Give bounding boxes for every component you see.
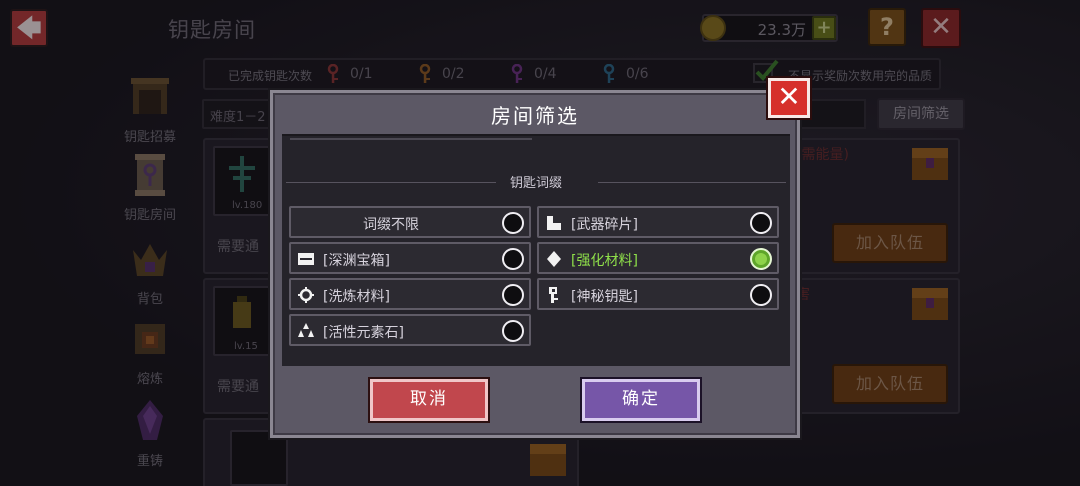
- option-refine-material[interactable]: [洗炼材料]: [289, 278, 531, 310]
- scroll-remnant: [290, 134, 532, 140]
- dialog-title: 房间筛选: [491, 104, 579, 128]
- radio-button[interactable]: [502, 212, 524, 234]
- abyss-chest-icon: [298, 253, 314, 265]
- radio-button[interactable]: [750, 284, 772, 306]
- option-mystery-key[interactable]: [神秘钥匙]: [537, 278, 779, 310]
- cancel-button[interactable]: 取消: [368, 377, 490, 423]
- option-element-stone[interactable]: [活性元素石]: [289, 314, 531, 346]
- refine-gear-icon: [298, 287, 314, 303]
- radio-button[interactable]: [502, 248, 524, 270]
- enhance-material-icon: [547, 251, 561, 267]
- option-weapon-shard[interactable]: [武器碎片]: [537, 206, 779, 238]
- element-stone-icon: [298, 323, 314, 337]
- weapon-shard-icon: [547, 216, 561, 230]
- radio-button[interactable]: [502, 320, 524, 342]
- confirm-button[interactable]: 确定: [580, 377, 702, 423]
- key-affix-header: 钥匙词缀: [509, 176, 562, 191]
- option-abyss-chest[interactable]: [深渊宝箱]: [289, 242, 531, 274]
- radio-button-selected[interactable]: [750, 248, 772, 270]
- mystery-key-icon: [549, 287, 558, 303]
- radio-button[interactable]: [750, 212, 772, 234]
- radio-button[interactable]: [502, 284, 524, 306]
- option-any-affix[interactable]: 词缀不限: [289, 206, 531, 238]
- close-icon: ✕: [777, 80, 801, 113]
- dialog-close-button[interactable]: ✕: [766, 76, 812, 120]
- option-enhance-material[interactable]: [强化材料]: [537, 242, 779, 274]
